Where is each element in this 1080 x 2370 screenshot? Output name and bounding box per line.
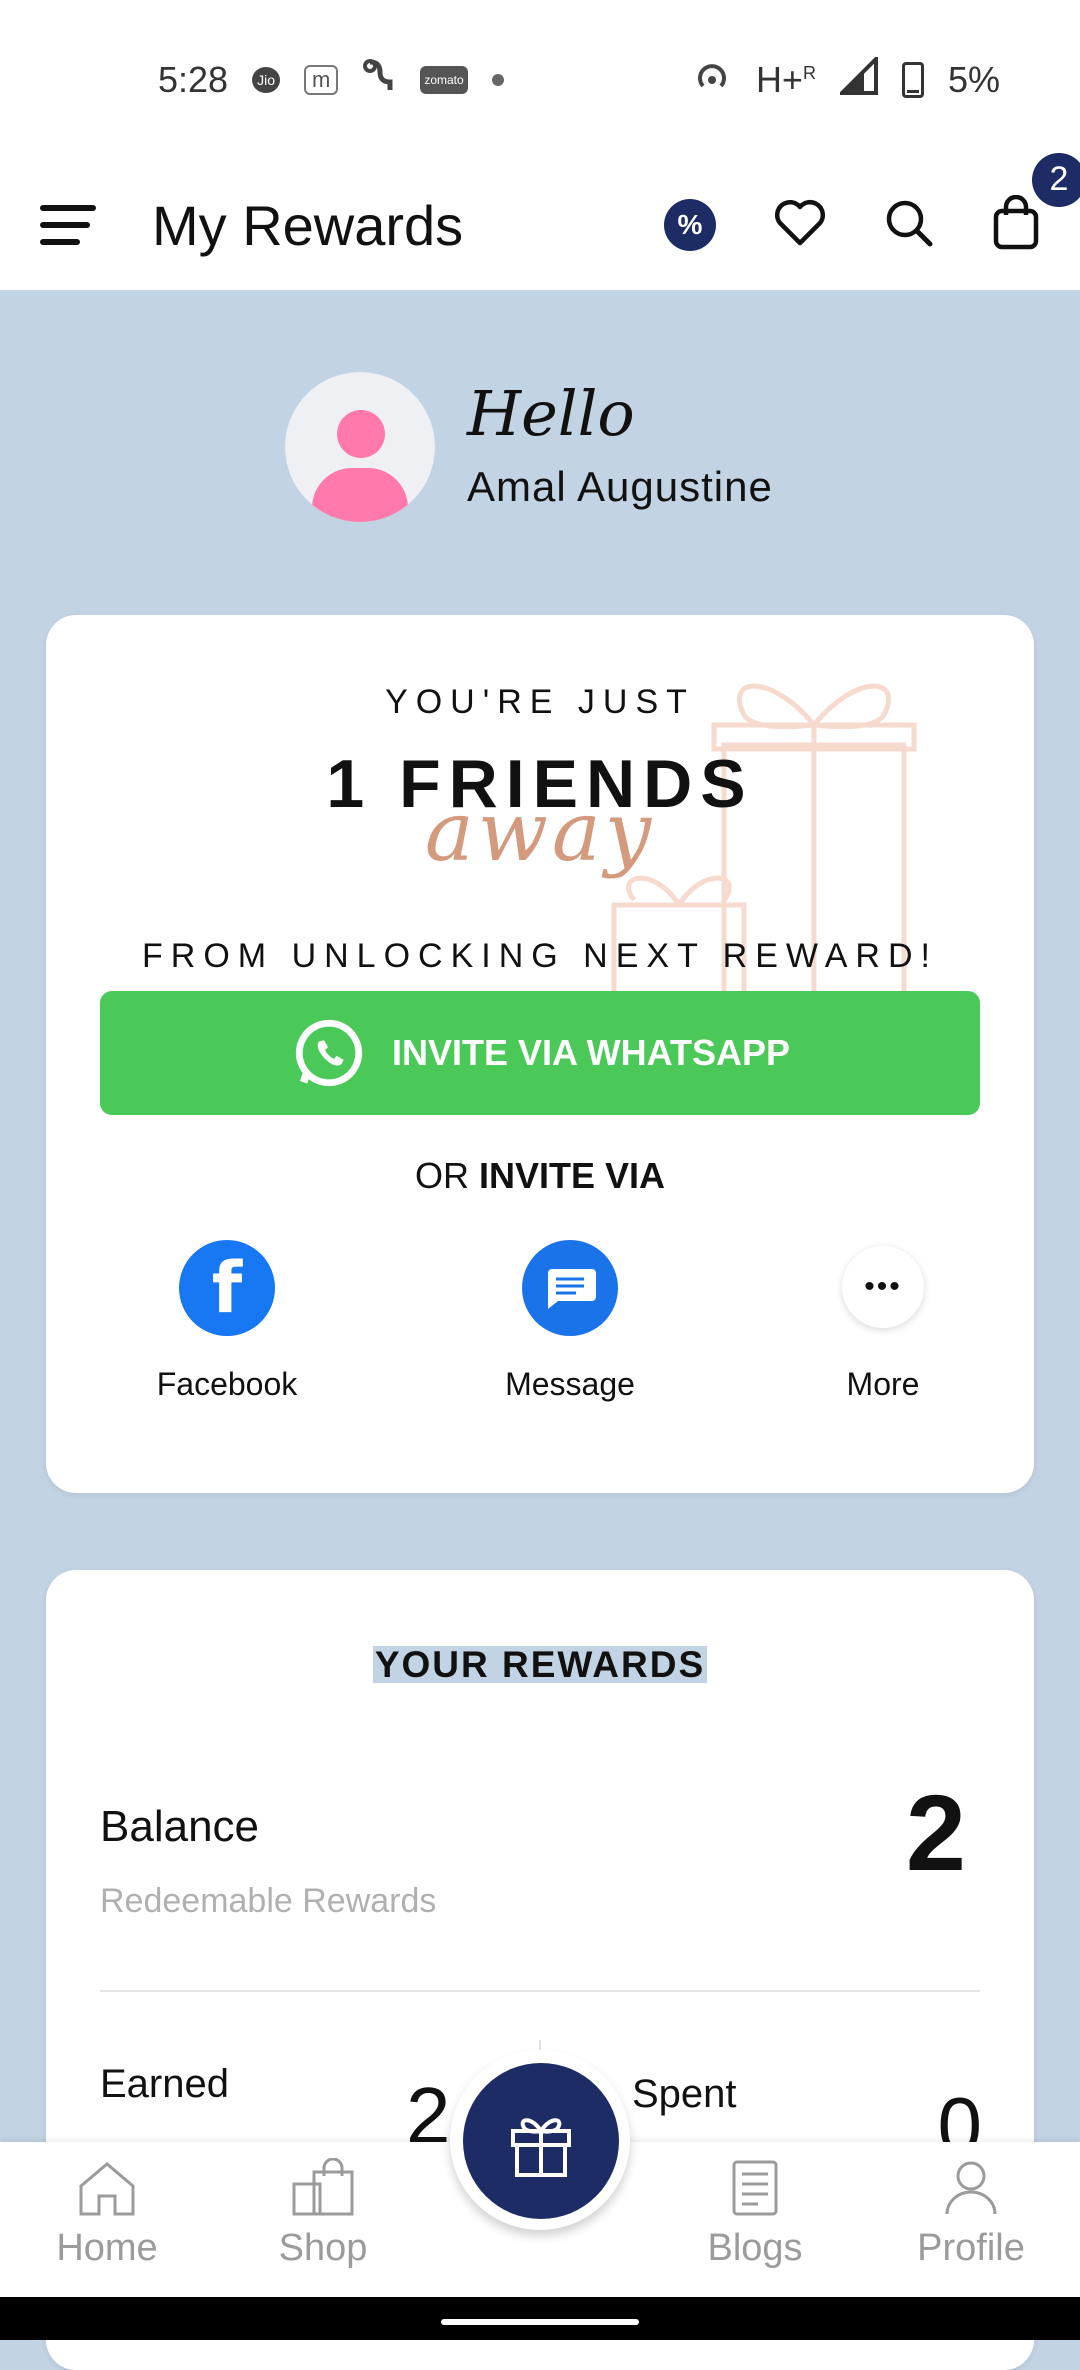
- status-time: 5:28: [158, 59, 229, 100]
- menu-icon[interactable]: [40, 205, 100, 245]
- avatar: [285, 372, 435, 522]
- network-type: H+R: [756, 59, 816, 101]
- status-right: H+R 5%: [692, 53, 1000, 105]
- whatsapp-icon: [295, 1019, 363, 1087]
- nav-profile[interactable]: Profile: [891, 2158, 1051, 2270]
- nav-blogs[interactable]: Blogs: [675, 2158, 835, 2270]
- or-label: OR: [414, 1155, 469, 1196]
- hello-text: Hello: [467, 377, 635, 450]
- nav-home[interactable]: Home: [27, 2158, 187, 2270]
- offer-badge-icon[interactable]: %: [664, 199, 716, 251]
- hotspot-icon: [692, 56, 732, 105]
- cart-button[interactable]: 2: [992, 152, 1080, 256]
- network-label: H+: [755, 59, 803, 100]
- away-script-text: away: [424, 785, 656, 880]
- greeting-text: Hello Amal Augustine: [467, 383, 773, 511]
- earned-label: Earned: [100, 2062, 229, 2106]
- nav-home-label: Home: [56, 2227, 158, 2269]
- user-name: Amal Augustine: [467, 463, 773, 510]
- more-icon: •••: [842, 1246, 924, 1328]
- nav-blogs-label: Blogs: [707, 2227, 803, 2269]
- jio-icon: Jio: [252, 67, 280, 93]
- signal-icon: [837, 53, 878, 104]
- rewards-title-text: YOUR REWARDS: [372, 1644, 708, 1685]
- gift-icon: [511, 2118, 571, 2177]
- share-more[interactable]: ••• More: [773, 1240, 993, 1403]
- zomato-icon: zomato: [420, 66, 468, 94]
- or-invite-via-text: OR INVITE VIA: [46, 1155, 1034, 1197]
- cart-count-badge: 2: [1032, 152, 1080, 207]
- balance-label: Balance: [100, 1802, 260, 1851]
- share-message[interactable]: Message: [460, 1240, 680, 1403]
- balance-value: 2: [905, 1772, 966, 1893]
- share-more-label: More: [846, 1366, 920, 1402]
- referral-card: YOU'RE JUST 1 FRIENDS away FROM UNLOCKIN…: [46, 615, 1034, 1493]
- nav-shop-label: Shop: [278, 2227, 368, 2269]
- invite-whatsapp-button[interactable]: INVITE VIA WHATSAPP: [100, 991, 980, 1115]
- roaming-label: R: [802, 63, 816, 83]
- home-gesture-pill[interactable]: [441, 2319, 639, 2325]
- message-icon: [522, 1240, 618, 1336]
- status-bar: 5:28 Jio m zomato H+R 5%: [0, 0, 1080, 160]
- battery-icon: [901, 62, 924, 98]
- invite-via-label: INVITE VIA: [478, 1155, 666, 1196]
- page-title: My Rewards: [152, 193, 464, 257]
- link-icon: [362, 56, 396, 105]
- share-facebook-label: Facebook: [156, 1366, 298, 1402]
- nav-profile-label: Profile: [917, 2227, 1025, 2269]
- wishlist-heart-icon[interactable]: [774, 199, 826, 252]
- appbar-actions: % 2: [664, 152, 1080, 256]
- blog-icon: [732, 2160, 778, 2216]
- shopping-bag-icon: [993, 194, 1039, 249]
- youre-just-text: YOU'RE JUST: [385, 683, 695, 721]
- greeting-section: Hello Amal Augustine: [285, 372, 773, 522]
- home-icon: [79, 2162, 135, 2216]
- share-facebook[interactable]: f Facebook: [117, 1240, 337, 1403]
- m-icon: m: [303, 65, 339, 95]
- battery-level: 5%: [947, 59, 1000, 100]
- status-left: 5:28 Jio m zomato: [158, 56, 504, 105]
- divider: [100, 1990, 980, 1992]
- spent-label: Spent: [632, 2072, 737, 2116]
- whatsapp-button-label: INVITE VIA WHATSAPP: [391, 1032, 791, 1073]
- unlock-text: FROM UNLOCKING NEXT REWARD!: [142, 937, 938, 975]
- nav-shop[interactable]: Shop: [243, 2157, 403, 2270]
- rewards-title: YOUR REWARDS: [46, 1646, 1034, 1683]
- rewards-fab-button[interactable]: [463, 2063, 619, 2219]
- balance-subtitle: Redeemable Rewards: [100, 1882, 437, 1920]
- shop-bag-icon: [292, 2157, 354, 2216]
- facebook-icon: f: [179, 1240, 275, 1336]
- notification-dot-icon: [491, 74, 504, 86]
- app-bar: My Rewards % 2: [0, 152, 1080, 290]
- profile-icon: [945, 2161, 997, 2215]
- search-icon[interactable]: [884, 198, 934, 253]
- share-message-label: Message: [505, 1366, 635, 1402]
